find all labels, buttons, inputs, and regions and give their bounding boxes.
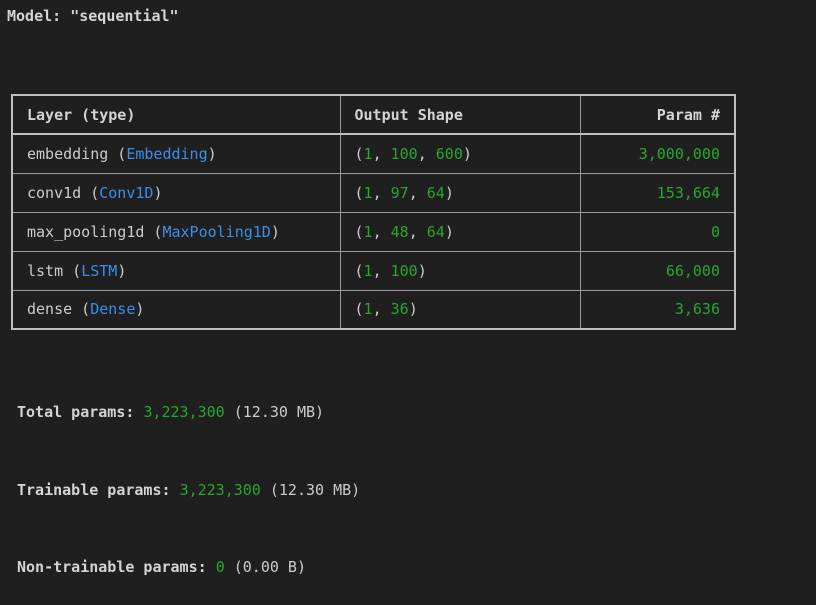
shape-dimension: 600 [435,144,463,163]
shape-dimension: 1 [363,261,373,280]
shape-dimension: 97 [390,183,409,202]
shape-dimension: 64 [426,222,445,241]
output-shape-cell: (1, 48, 64) [339,211,581,252]
layer-name: dense [27,300,73,319]
table-row: embedding (Embedding) (1, 100, 600) 3,000,… [11,133,736,174]
layer-type: LSTM [81,261,118,280]
shape-dimension: 1 [363,183,373,202]
layer-name: max_pooling1d [27,222,145,241]
table-header-row: Layer (type) Output Shape Param # [11,94,736,135]
param-count-cell: 66,000 [579,250,736,291]
table-row: conv1d (Conv1D) (1, 97, 64) 153,664 [11,172,736,213]
layer-type: Embedding [126,144,208,163]
non-trainable-params: Non-trainable params: 0 (0.00 B) [17,558,306,576]
header-param-count: Param # [579,94,736,135]
total-params-value: 3,223,300 [143,403,225,421]
output-shape-cell: (1, 97, 64) [339,172,581,213]
shape-dimension: 1 [363,144,373,163]
param-count-cell: 3,000,000 [579,133,736,174]
header-layer-type: Layer (type) [11,94,341,135]
layer-name: conv1d [27,183,82,202]
output-shape-cell: (1, 36) [339,289,581,330]
trainable-params-value: 3,223,300 [179,481,261,499]
table-row: lstm (LSTM) (1, 100) 66,000 [11,250,736,291]
layer-name: embedding [27,144,109,163]
non-trainable-params-label: Non-trainable params: [17,558,207,576]
layer-type: MaxPooling1D [162,222,271,241]
layer-cell: max_pooling1d (MaxPooling1D) [11,211,341,252]
param-count-cell: 3,636 [579,289,736,330]
shape-dimension: 100 [390,144,418,163]
model-title: Model: "sequential" [7,7,179,25]
layer-name: lstm [27,261,64,280]
param-count-cell: 153,664 [579,172,736,213]
trainable-params-size: (12.30 MB) [269,481,361,499]
total-params-label: Total params: [17,403,135,421]
total-params-size: (12.30 MB) [233,403,325,421]
layer-cell: lstm (LSTM) [11,250,341,291]
layer-cell: conv1d (Conv1D) [11,172,341,213]
non-trainable-params-value: 0 [215,558,225,576]
table-row: dense (Dense) (1, 36) 3,636 [11,289,736,330]
model-summary-table: Layer (type) Output Shape Param # embedd… [11,94,736,330]
layer-rows: embedding (Embedding) (1, 100, 600) 3,000,… [11,133,736,330]
non-trainable-params-size: (0.00 B) [233,558,306,576]
trainable-params: Trainable params: 3,223,300 (12.30 MB) [17,481,360,499]
shape-dimension: 36 [390,300,409,319]
output-shape-cell: (1, 100) [339,250,581,291]
layer-type: Dense [90,300,136,319]
layer-cell: embedding (Embedding) [11,133,341,174]
layer-cell: dense (Dense) [11,289,341,330]
table-row: max_pooling1d (MaxPooling1D) (1, 48, 64) 0 [11,211,736,252]
total-params: Total params: 3,223,300 (12.30 MB) [17,403,324,421]
layer-type: Conv1D [99,183,154,202]
shape-dimension: 48 [390,222,409,241]
output-shape-cell: (1, 100, 600) [339,133,581,174]
param-count-cell: 0 [579,211,736,252]
shape-dimension: 1 [363,300,373,319]
trainable-params-label: Trainable params: [17,481,171,499]
header-output-shape: Output Shape [339,94,581,135]
shape-dimension: 100 [390,261,418,280]
shape-dimension: 64 [426,183,445,202]
shape-dimension: 1 [363,222,373,241]
